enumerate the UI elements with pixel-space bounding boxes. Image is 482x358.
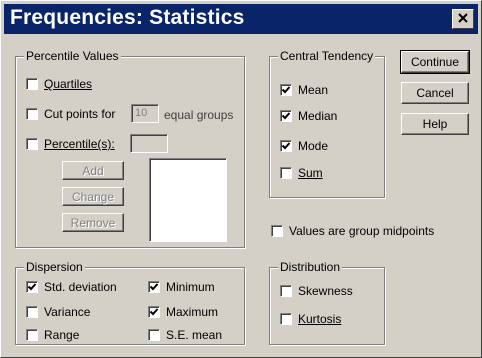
variance-label: Variance <box>44 305 91 319</box>
checkmark-icon <box>149 283 159 291</box>
change-button[interactable]: Change <box>62 187 124 206</box>
checkmark-icon <box>281 86 291 94</box>
mode-checkbox[interactable]: Mode <box>280 139 328 153</box>
continue-button[interactable]: Continue <box>400 50 470 74</box>
title-bar[interactable]: Frequencies: Statistics <box>4 4 478 34</box>
percentiles-checkbox[interactable]: Percentile(s): <box>26 137 115 151</box>
kurtosis-checkbox[interactable]: Kurtosis <box>280 312 341 326</box>
std-deviation-checkbox[interactable]: Std. deviation <box>26 280 117 294</box>
dispersion-group: Dispersion Std. deviation Minimum Varian… <box>15 260 245 345</box>
percentile-values-legend: Percentile Values <box>24 49 121 63</box>
percentiles-box[interactable] <box>26 138 38 150</box>
skewness-label: Skewness <box>298 284 353 298</box>
remove-button[interactable]: Remove <box>62 213 124 232</box>
close-button[interactable] <box>452 9 474 29</box>
percentiles-label: Percentile(s): <box>44 137 115 151</box>
skewness-checkbox[interactable]: Skewness <box>280 284 353 298</box>
checkmark-icon <box>149 308 159 316</box>
mean-checkbox[interactable]: Mean <box>280 83 328 97</box>
minimum-box[interactable] <box>148 281 160 293</box>
kurtosis-box[interactable] <box>280 313 292 325</box>
percentile-list[interactable] <box>149 158 227 242</box>
central-tendency-legend: Central Tendency <box>278 49 376 63</box>
se-mean-box[interactable] <box>148 329 160 341</box>
quartiles-checkbox[interactable]: Quartiles <box>26 77 92 91</box>
variance-box[interactable] <box>26 306 38 318</box>
range-checkbox[interactable]: Range <box>26 328 79 342</box>
mode-box[interactable] <box>280 140 292 152</box>
cutpoints-groups-field[interactable]: 10 <box>131 104 159 123</box>
minimum-checkbox[interactable]: Minimum <box>148 280 215 294</box>
se-mean-checkbox[interactable]: S.E. mean <box>148 328 222 342</box>
percentile-values-group: Percentile Values Quartiles Cut points f… <box>15 49 245 248</box>
std-deviation-box[interactable] <box>26 281 38 293</box>
group-midpoints-box[interactable] <box>271 225 283 237</box>
maximum-box[interactable] <box>148 306 160 318</box>
mode-label: Mode <box>298 139 329 153</box>
kurtosis-label: Kurtosis <box>298 312 342 326</box>
range-label: Range <box>44 328 80 342</box>
group-midpoints-label: Values are group midpoints <box>289 224 435 238</box>
mean-box[interactable] <box>280 84 292 96</box>
group-midpoints-checkbox[interactable]: Values are group midpoints <box>271 224 434 238</box>
distribution-legend: Distribution <box>278 260 343 274</box>
distribution-group: Distribution Skewness Kurtosis <box>269 260 385 345</box>
std-deviation-label: Std. deviation <box>44 280 117 294</box>
cutpoints-label: Cut points for <box>44 107 116 121</box>
median-label: Median <box>298 109 338 123</box>
cutpoints-groups-value: 10 <box>135 107 148 119</box>
central-tendency-group: Central Tendency Mean Median Mode Sum <box>269 49 385 198</box>
close-icon <box>457 12 469 27</box>
quartiles-label: Quartiles <box>44 77 93 91</box>
checkmark-icon <box>27 283 37 291</box>
cutpoints-box[interactable] <box>26 108 38 120</box>
se-mean-label: S.E. mean <box>166 328 223 342</box>
minimum-label: Minimum <box>166 280 215 294</box>
maximum-checkbox[interactable]: Maximum <box>148 305 218 319</box>
skewness-box[interactable] <box>280 285 292 297</box>
range-box[interactable] <box>26 329 38 341</box>
dialog-title: Frequencies: Statistics <box>10 6 245 29</box>
dispersion-legend: Dispersion <box>24 260 85 274</box>
help-button[interactable]: Help <box>401 113 469 135</box>
cancel-button[interactable]: Cancel <box>401 82 469 104</box>
frequencies-statistics-dialog: Frequencies: Statistics Percentile Value… <box>0 0 482 358</box>
median-box[interactable] <box>280 110 292 122</box>
sum-label: Sum <box>298 166 323 180</box>
maximum-label: Maximum <box>166 305 219 319</box>
sum-box[interactable] <box>280 167 292 179</box>
equal-groups-label: equal groups <box>164 108 234 122</box>
quartiles-box[interactable] <box>26 78 38 90</box>
mean-label: Mean <box>298 83 329 97</box>
percentile-value-field[interactable] <box>130 134 168 153</box>
add-button[interactable]: Add <box>62 161 124 180</box>
median-checkbox[interactable]: Median <box>280 109 337 123</box>
variance-checkbox[interactable]: Variance <box>26 305 90 319</box>
sum-checkbox[interactable]: Sum <box>280 166 323 180</box>
checkmark-icon <box>281 142 291 150</box>
cutpoints-checkbox[interactable]: Cut points for <box>26 107 115 121</box>
checkmark-icon <box>281 112 291 120</box>
